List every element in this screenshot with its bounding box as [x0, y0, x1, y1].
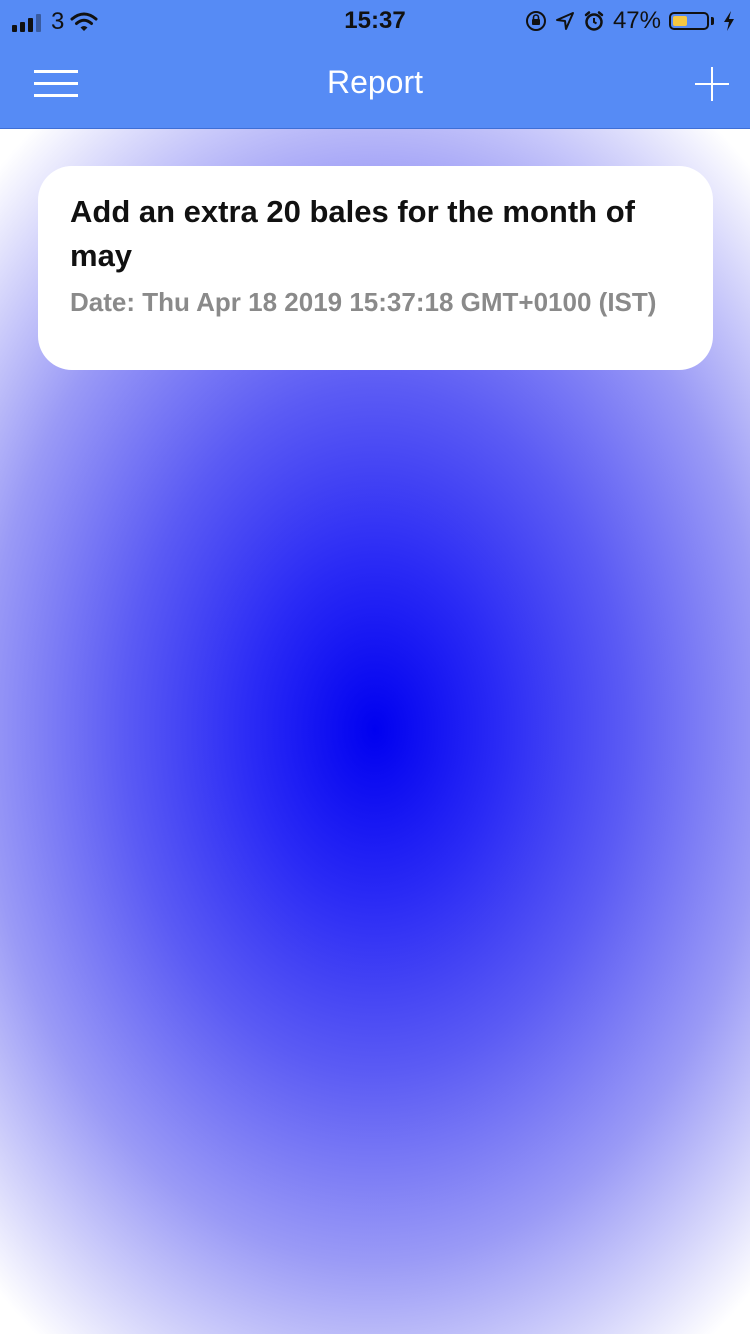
alarm-icon	[584, 11, 604, 31]
status-right: 47%	[525, 7, 736, 35]
page-title: Report	[326, 64, 424, 100]
top-bar: 3 15:37 47% Report	[0, 0, 750, 129]
report-date: Date: Thu Apr 18 2019 15:37:18 GMT+0100 …	[70, 287, 657, 317]
battery-cap	[711, 17, 714, 25]
location-arrow-icon	[555, 12, 574, 30]
report-card[interactable]: Add an extra 20 bales for the month of m…	[38, 166, 713, 370]
report-title: Add an extra 20 bales for the month of m…	[70, 194, 635, 273]
charging-bolt-icon	[724, 11, 734, 31]
orientation-lock-icon	[525, 11, 546, 31]
battery-percent: 47%	[612, 7, 661, 34]
battery-icon	[669, 12, 709, 30]
status-bar: 3 15:37 47%	[0, 0, 750, 40]
navigation-bar: Report	[0, 40, 750, 128]
plus-icon[interactable]	[692, 64, 732, 104]
